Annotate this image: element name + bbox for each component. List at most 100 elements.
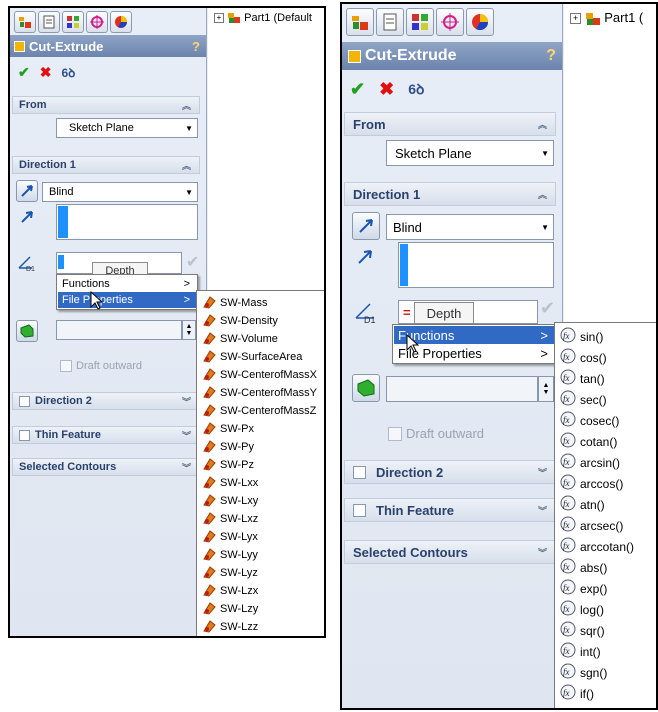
function-item[interactable]: fx sgn() [555, 662, 656, 683]
menu-item-file-properties[interactable]: File Properties > [58, 292, 196, 308]
file-property-item[interactable]: SW-CenterofMassY [197, 384, 324, 402]
file-property-item[interactable]: SW-Py [197, 438, 324, 456]
function-item[interactable]: fx if() [555, 683, 656, 704]
function-item[interactable]: fx abs() [555, 557, 656, 578]
checkmark-icon[interactable]: ✔ [18, 64, 30, 81]
function-item[interactable]: fx atn() [555, 494, 656, 515]
from-select[interactable]: Sketch Plane ▼ [386, 140, 554, 166]
file-property-item[interactable]: SW-Lzx [197, 582, 324, 600]
collapse-icon[interactable]: ︽ [538, 188, 547, 201]
file-property-item[interactable]: SW-Lzy [197, 600, 324, 618]
direction1-section-header[interactable]: Direction 1 ︽ [12, 156, 200, 174]
file-property-item[interactable]: SW-Mass [197, 294, 324, 312]
selected-contours-section-header[interactable]: Selected Contours ︾ [344, 540, 556, 564]
file-property-item[interactable]: SW-CenterofMassX [197, 366, 324, 384]
direction2-section-header[interactable]: Direction 2 ︾ [344, 460, 556, 484]
file-property-item[interactable]: SW-Lxx [197, 474, 324, 492]
draft-icon[interactable] [352, 374, 380, 402]
thin-feature-section-header[interactable]: Thin Feature ︾ [12, 426, 200, 444]
chevron-down-icon[interactable]: ▼ [541, 149, 549, 158]
x-icon[interactable]: ✖ [379, 79, 394, 100]
reverse-direction-icon[interactable] [16, 180, 38, 202]
configuration-manager-icon[interactable] [406, 8, 434, 36]
file-property-item[interactable]: SW-Lxy [197, 492, 324, 510]
selected-contours-section-header[interactable]: Selected Contours ︾ [12, 458, 200, 476]
function-item[interactable]: fx arccos() [555, 473, 656, 494]
display-manager-icon[interactable] [466, 8, 494, 36]
x-icon[interactable]: ✖ [40, 64, 52, 81]
checkmark-icon[interactable]: ✔ [350, 79, 365, 100]
expand-icon[interactable]: + [570, 13, 581, 25]
file-property-item[interactable]: SW-Volume [197, 330, 324, 348]
feature-manager-icon[interactable] [346, 8, 374, 36]
end-condition-select[interactable]: Blind ▼ [386, 214, 554, 240]
function-item[interactable]: fx cos() [555, 347, 656, 368]
function-item[interactable]: fx arcsin() [555, 452, 656, 473]
thin-feature-checkbox[interactable] [19, 429, 30, 441]
file-property-item[interactable]: SW-Lyy [197, 546, 324, 564]
expand-icon[interactable]: ︾ [538, 466, 547, 479]
file-property-item[interactable]: SW-SurfaceArea [197, 348, 324, 366]
end-condition-select[interactable]: Blind ▼ [42, 182, 198, 202]
direction2-section-header[interactable]: Direction 2 ︾ [12, 392, 200, 410]
dimxpert-icon[interactable] [436, 8, 464, 36]
file-property-item[interactable]: SW-Density [197, 312, 324, 330]
chevron-down-icon[interactable]: ▼ [185, 124, 193, 133]
file-property-item[interactable]: SW-Px [197, 420, 324, 438]
from-select[interactable]: Sketch Plane ▼ [56, 118, 198, 138]
chevron-down-icon[interactable]: ▼ [541, 223, 549, 232]
expand-icon[interactable]: ︾ [182, 461, 191, 474]
function-item[interactable]: fx sqr() [555, 620, 656, 641]
from-section-header[interactable]: From ︽ [12, 96, 200, 114]
collapse-icon[interactable]: ︽ [538, 118, 547, 131]
expand-icon[interactable]: ︾ [182, 429, 191, 442]
draft-icon[interactable] [16, 320, 38, 342]
direction2-checkbox[interactable] [353, 465, 366, 479]
file-property-item[interactable]: SW-CenterofMassZ [197, 402, 324, 420]
confirm-check-icon[interactable]: ✔ [186, 252, 199, 272]
direction-reference-box[interactable] [56, 204, 198, 240]
direction1-section-header[interactable]: Direction 1 ︽ [344, 182, 556, 206]
tree-part-row[interactable]: + Part1 ( [570, 10, 643, 26]
direction2-checkbox[interactable] [19, 395, 30, 407]
property-manager-icon[interactable] [38, 11, 60, 33]
file-property-item[interactable]: SW-Lzz [197, 618, 324, 636]
thin-feature-checkbox[interactable] [353, 503, 366, 517]
display-manager-icon[interactable] [110, 11, 132, 33]
expand-icon[interactable]: ︾ [182, 395, 191, 408]
function-item[interactable]: fx arcsec() [555, 515, 656, 536]
function-item[interactable]: fx log() [555, 599, 656, 620]
function-item[interactable]: fx tan() [555, 368, 656, 389]
function-item[interactable]: fx sin() [555, 326, 656, 347]
function-item[interactable]: fx cosec() [555, 410, 656, 431]
glasses-icon[interactable]: 6ꝺ [408, 80, 424, 99]
tree-part-row[interactable]: + Part1 (Default [214, 12, 312, 24]
chevron-down-icon[interactable]: ▼ [185, 188, 193, 197]
function-item[interactable]: fx sec() [555, 389, 656, 410]
function-item[interactable]: fx cotan() [555, 431, 656, 452]
thin-feature-section-header[interactable]: Thin Feature ︾ [344, 498, 556, 522]
file-property-item[interactable]: SW-Lyx [197, 528, 324, 546]
from-section-header[interactable]: From ︽ [344, 112, 556, 136]
function-item[interactable]: fx arccotan() [555, 536, 656, 557]
glasses-icon[interactable]: 6ꝺ [61, 64, 75, 81]
file-property-item[interactable]: SW-Lyz [197, 564, 324, 582]
expand-icon[interactable]: + [214, 13, 224, 24]
menu-item-functions[interactable]: Functions > [58, 276, 196, 292]
collapse-icon[interactable]: ︽ [182, 159, 191, 172]
configuration-manager-icon[interactable] [62, 11, 84, 33]
reverse-direction-icon[interactable] [352, 212, 380, 240]
collapse-icon[interactable]: ︽ [182, 99, 191, 112]
file-property-item[interactable]: SW-Lxz [197, 510, 324, 528]
function-item[interactable]: fx int() [555, 641, 656, 662]
help-icon[interactable]: ? [546, 47, 556, 65]
dimxpert-icon[interactable] [86, 11, 108, 33]
direction-reference-box[interactable] [398, 242, 554, 288]
confirm-check-icon[interactable]: ✔ [540, 298, 555, 319]
feature-manager-icon[interactable] [14, 11, 36, 33]
help-icon[interactable]: ? [192, 39, 200, 54]
file-property-item[interactable]: SW-Pz [197, 456, 324, 474]
property-manager-icon[interactable] [376, 8, 404, 36]
function-item[interactable]: fx exp() [555, 578, 656, 599]
expand-icon[interactable]: ︾ [538, 546, 547, 559]
